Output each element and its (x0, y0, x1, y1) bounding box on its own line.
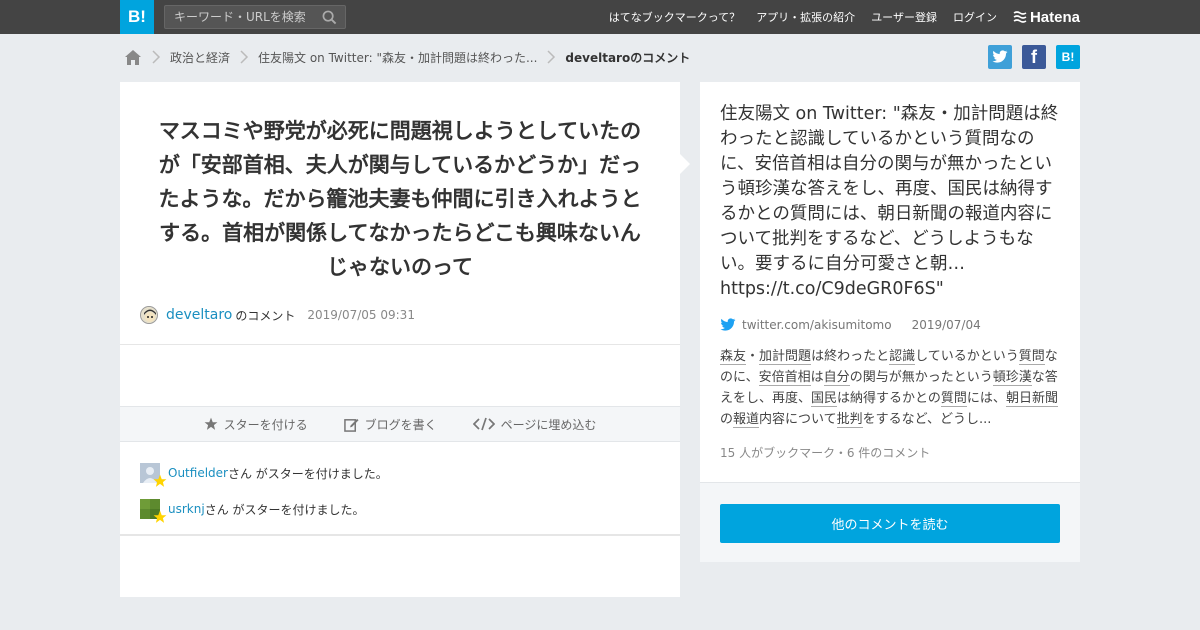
crumb-category[interactable]: 政治と経済 (170, 49, 230, 66)
crumb-current: develtaroのコメント (565, 50, 691, 65)
summary-text: は終わったと (811, 349, 890, 364)
add-star-button[interactable]: スターを付ける (204, 416, 308, 433)
entry-card: 住友陽文 on Twitter: "森友・加計問題は終わったと認識しているかとい… (700, 82, 1080, 562)
keyword-link[interactable]: 森友 (720, 349, 747, 365)
keyword-link[interactable]: 問題 (785, 349, 812, 365)
top-bar: B! はてなブックマークって？ アプリ・拡張の紹介 ユーザー登録 ログイン Ha… (0, 0, 1200, 34)
keyword-link[interactable]: 頓珍漢 (992, 370, 1032, 386)
hatena-logo-icon (1013, 11, 1027, 23)
chevron-right-icon (240, 50, 249, 64)
hatena-bookmark-logo[interactable]: B! (120, 0, 154, 34)
action-bar: スターを付ける ブログを書く ページに埋め込む (120, 406, 680, 442)
comment-date[interactable]: 2019/07/05 09:31 (307, 308, 415, 322)
star-user-link[interactable]: Outfielder (168, 466, 228, 480)
summary-text: 内容について (759, 412, 837, 427)
share-twitter-button[interactable] (988, 45, 1012, 69)
summary-text: は納得するかとの (837, 391, 941, 406)
twitter-icon (720, 318, 736, 331)
comment-suffix: のコメント (235, 308, 296, 323)
keyword-link[interactable]: 質問 (940, 391, 967, 407)
keyword-link[interactable]: 安倍 (758, 370, 785, 386)
nav-about[interactable]: はてなブックマークって？ (609, 9, 740, 25)
entry-title-link[interactable]: 住友陽文 on Twitter: "森友・加計問題は終わったと認識しているかとい… (720, 102, 1065, 302)
share-facebook-button[interactable]: f (1022, 45, 1046, 69)
keyword-link[interactable]: 報道 (733, 412, 760, 428)
star-user-link[interactable]: usrknj (168, 502, 205, 516)
comment-card: マスコミや野党が必死に問題視しようとしていたのが「安部首相、夫人が関与しているか… (120, 82, 680, 597)
write-blog-button[interactable]: ブログを書く (343, 416, 437, 433)
share-hatena-button[interactable]: B! (1056, 45, 1080, 69)
embed-page-label: ページに埋め込む (500, 417, 597, 432)
bookmark-counts[interactable]: 15 人がブックマーク・6 件のコメント (720, 444, 930, 461)
nav-apps[interactable]: アプリ・拡張の紹介 (756, 9, 855, 25)
crumb-entry[interactable]: 住友陽文 on Twitter: "森友・加計問題は終わった... (258, 49, 537, 66)
entry-card-footer: 他のコメントを読む (700, 482, 1080, 562)
edit-icon (343, 418, 359, 432)
search-icon[interactable] (322, 10, 337, 25)
chevron-right-icon (152, 50, 161, 64)
card-pointer (680, 154, 690, 174)
share-buttons: f B! (978, 45, 1080, 69)
star-entry: usrknj さん がスターを付けました。 (140, 498, 365, 523)
star-badge-icon (153, 474, 167, 487)
top-nav: はてなブックマークって？ アプリ・拡張の紹介 ユーザー登録 ログイン Haten… (593, 0, 1080, 34)
entry-domain-link[interactable]: twitter.com/akisumitomo (742, 318, 892, 332)
write-blog-label: ブログを書く (364, 417, 437, 432)
nav-login[interactable]: ログイン (953, 9, 997, 25)
summary-text: の (720, 412, 734, 427)
keyword-link[interactable]: 認識 (889, 349, 916, 365)
nav-register[interactable]: ユーザー登録 (871, 9, 937, 25)
keyword-link[interactable]: 国民 (811, 391, 838, 407)
summary-text: しているかという (915, 349, 1019, 364)
star-user-avatar[interactable] (140, 463, 167, 487)
search-input[interactable] (165, 6, 315, 28)
keyword-link[interactable]: 自分 (823, 370, 850, 386)
keyword-link[interactable]: 質問 (1018, 349, 1045, 365)
avatar[interactable] (140, 306, 158, 324)
breadcrumb: 政治と経済 住友陽文 on Twitter: "森友・加計問題は終わった... … (124, 46, 690, 68)
twitter-icon (992, 50, 1008, 63)
code-icon (472, 417, 495, 431)
chevron-right-icon (547, 50, 556, 64)
keyword-link[interactable]: 首相 (784, 370, 811, 386)
star-entry: Outfielder さん がスターを付けました。 (140, 462, 388, 487)
summary-text: ・ (746, 349, 760, 364)
comment-user-link[interactable]: develtaro (166, 307, 232, 323)
summary-text: の関与が無かったという (849, 370, 993, 385)
home-icon[interactable] (124, 49, 142, 66)
hatena-brand[interactable]: Hatena (1013, 9, 1080, 26)
entry-date: 2019/07/04 (911, 318, 981, 332)
entry-source: twitter.com/akisumitomo 2019/07/04 (720, 316, 981, 334)
star-badge-icon (153, 510, 167, 523)
keyword-link[interactable]: 批判 (836, 412, 863, 428)
divider (120, 534, 680, 536)
comment-meta: develtaro のコメント 2019/07/05 09:31 (140, 304, 415, 326)
summary-text: は (810, 370, 824, 385)
user-avatar-icon (141, 307, 157, 323)
search-box[interactable] (164, 5, 346, 29)
keyword-link[interactable]: 朝日新聞 (1005, 391, 1058, 407)
star-text: さん がスターを付けました。 (204, 502, 365, 517)
comment-text: マスコミや野党が必死に問題視しようとしていたのが「安部首相、夫人が関与しているか… (158, 119, 642, 279)
read-more-comments-button[interactable]: 他のコメントを読む (720, 504, 1060, 543)
star-user-avatar[interactable] (140, 499, 167, 523)
hatena-brand-label: Hatena (1029, 8, 1080, 26)
star-text: さん がスターを付けました。 (227, 466, 388, 481)
entry-summary: 森友・加計問題は終わったと認識しているかという質問なのに、安倍首相は自分の関与が… (720, 346, 1065, 430)
keyword-link[interactable]: 加計 (759, 349, 786, 365)
divider (120, 344, 680, 345)
star-icon (204, 417, 218, 430)
embed-page-button[interactable]: ページに埋め込む (472, 416, 597, 433)
add-star-label: スターを付ける (223, 417, 308, 432)
summary-text: をするなど、どうし... (862, 412, 992, 427)
summary-text: には、 (966, 391, 1006, 406)
